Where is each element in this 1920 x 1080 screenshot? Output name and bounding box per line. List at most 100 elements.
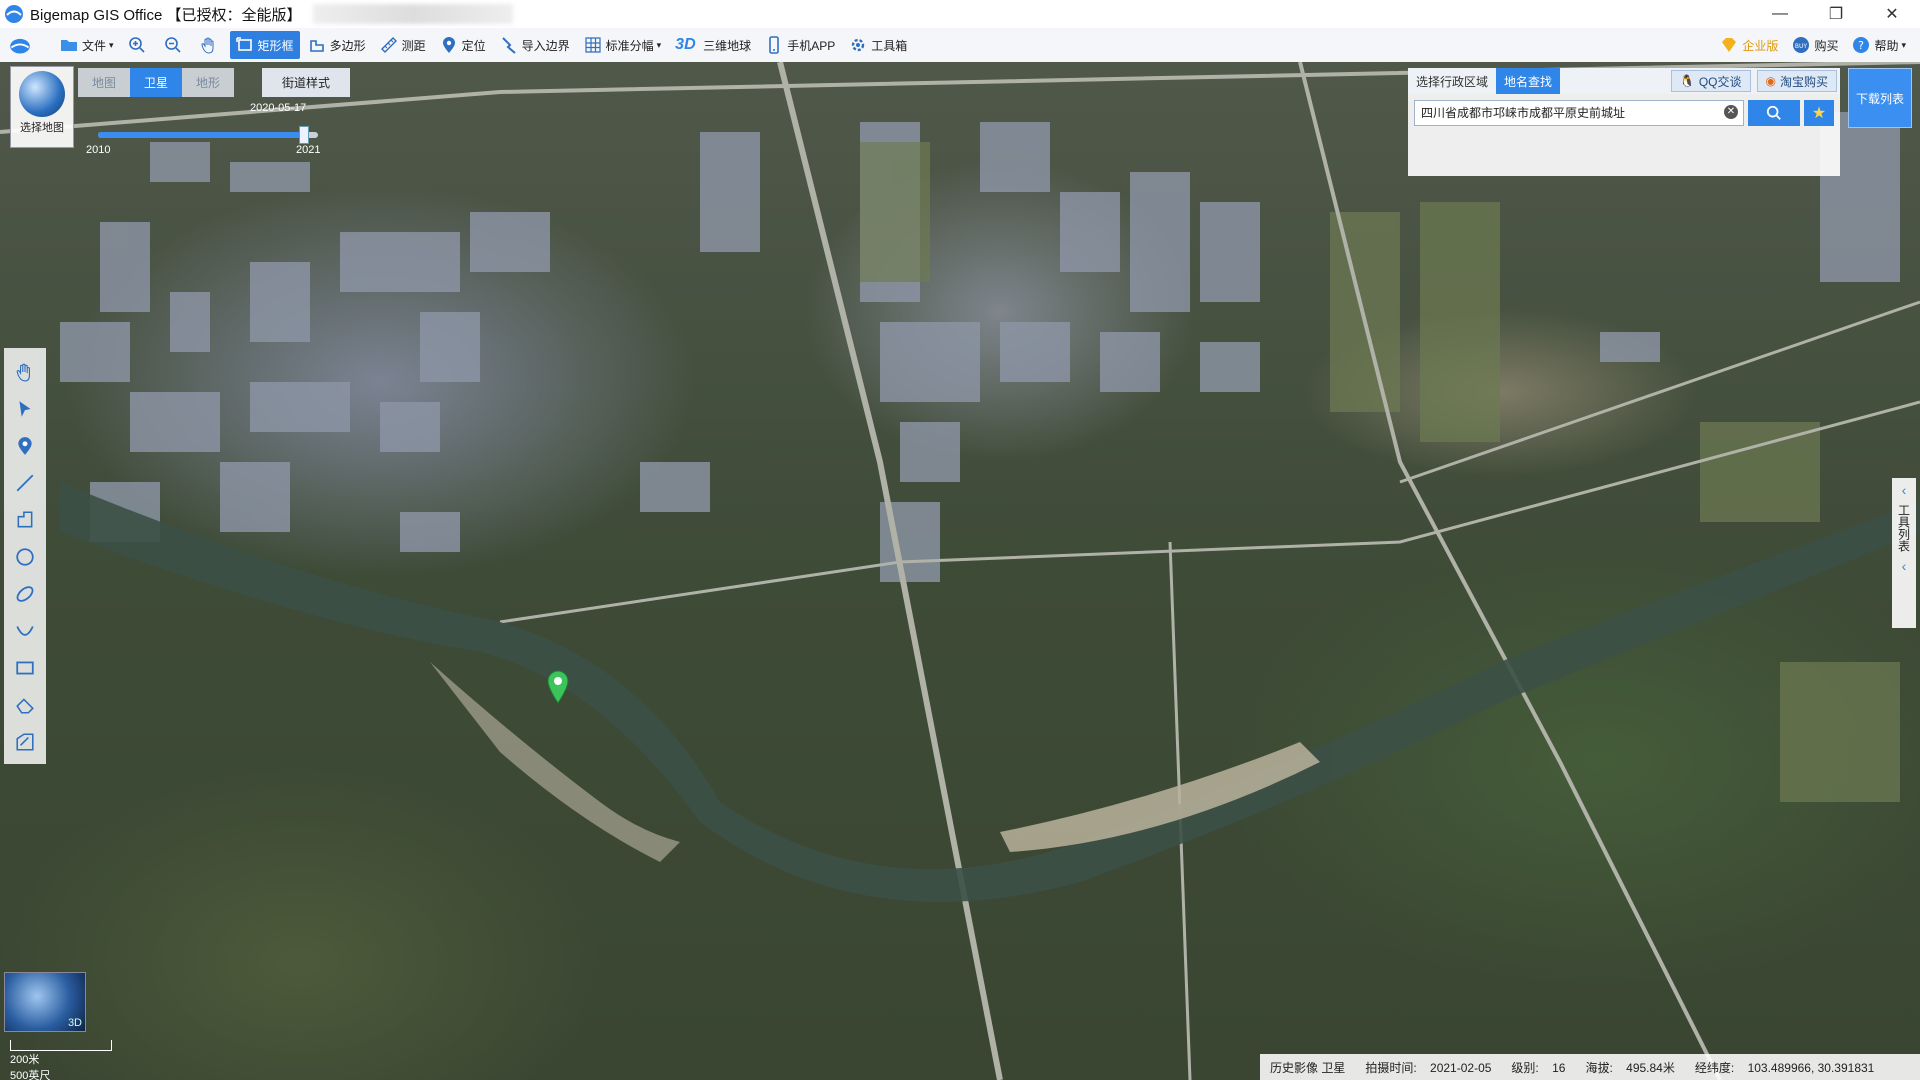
scale-metric: 200米 — [10, 1054, 40, 1066]
3d-globe-icon: 3D — [675, 36, 696, 53]
map-type-satellite[interactable]: 卫星 — [130, 68, 183, 97]
street-style-button[interactable]: 街道样式 — [262, 68, 351, 97]
zoom-out-button[interactable] — [158, 31, 192, 59]
import-boundary-button[interactable]: 导入边界 — [494, 31, 576, 59]
file-menu-button[interactable]: 文件 ▾ — [54, 31, 120, 59]
status-source: 历史影像 卫星 — [1270, 1060, 1346, 1075]
chevron-left-icon: ‹ — [1901, 558, 1907, 574]
eraser-icon — [16, 698, 34, 714]
minimize-button[interactable]: — — [1752, 0, 1808, 28]
app-logo-icon — [5, 5, 23, 23]
zoom-in-button[interactable] — [122, 31, 156, 59]
map-type-map[interactable]: 地图 — [78, 68, 131, 97]
favorite-button[interactable]: ★ — [1804, 100, 1834, 126]
rectangle-tool[interactable] — [12, 655, 38, 681]
line-tool[interactable] — [12, 470, 38, 496]
cloud-logo-icon — [10, 38, 30, 54]
location-marker-icon[interactable] — [546, 670, 570, 704]
satellite-imagery — [0, 62, 1920, 1080]
blurred-title-area — [313, 4, 514, 24]
tab-place-search[interactable]: 地名查找 — [1496, 68, 1561, 94]
svg-text:?: ? — [1859, 39, 1865, 52]
select-map-button[interactable]: 选择地图 — [10, 66, 74, 148]
zoom-in-icon — [128, 37, 145, 53]
rect-select-button[interactable]: 矩形框 — [229, 31, 300, 59]
tool-list-label: 工具列表 — [1896, 504, 1911, 552]
status-coords: 经纬度: 103.489966, 30.391831 — [1685, 1059, 1874, 1076]
timeline-end-year: 2021 — [296, 144, 321, 156]
close-button[interactable]: ✕ — [1864, 0, 1920, 28]
altitude-label: 海拔: — [1585, 1060, 1613, 1075]
window-controls: — ❐ ✕ — [1752, 0, 1920, 28]
restore-button[interactable]: ❐ — [1808, 0, 1864, 28]
3d-globe-label: 三维地球 — [703, 38, 752, 53]
rect-select-label: 矩形框 — [257, 38, 294, 53]
circle-icon — [16, 548, 34, 566]
location-pin-icon — [18, 437, 32, 455]
search-button[interactable] — [1748, 100, 1800, 126]
gear-icon — [852, 38, 865, 52]
enterprise-label: 企业版 — [1742, 38, 1779, 53]
tab-select-region[interactable]: 选择行政区域 — [1408, 68, 1496, 94]
hand-icon — [16, 363, 30, 382]
erase-tool[interactable] — [12, 692, 38, 718]
ellipse-tool[interactable] — [12, 581, 38, 607]
curve-icon — [16, 626, 34, 636]
app-menu-button[interactable] — [0, 31, 52, 59]
measure-distance-button[interactable]: 测距 — [374, 31, 432, 59]
place-search-input[interactable]: 四川省成都市邛崃市成都平原史前城址 — [1414, 100, 1744, 126]
coords-label: 经纬度: — [1694, 1060, 1735, 1075]
chevron-down-icon: ▾ — [656, 39, 662, 50]
contact-buttons: 🐧 QQ交谈 ◉ 淘宝购买 — [1668, 68, 1840, 94]
select-map-label: 选择地图 — [20, 122, 64, 134]
edit-shape-tool[interactable] — [12, 729, 38, 755]
tool-list-panel[interactable]: ‹ 工具列表 ‹ — [1892, 478, 1916, 628]
standard-sheet-button[interactable]: 标准分幅 ▾ — [578, 31, 668, 59]
polygon-icon — [309, 40, 324, 52]
polygon-tool[interactable] — [12, 507, 38, 533]
grid-icon — [585, 37, 601, 53]
buy-icon: BUY — [1793, 37, 1810, 53]
qq-chat-button[interactable]: 🐧 QQ交谈 — [1670, 70, 1751, 92]
toolbox-label: 工具箱 — [871, 38, 908, 53]
timeline-slider[interactable] — [98, 126, 318, 144]
standard-sheet-label: 标准分幅 — [605, 38, 654, 53]
taobao-buy-button[interactable]: ◉ 淘宝购买 — [1756, 70, 1837, 92]
mobile-app-button[interactable]: 手机APP — [759, 31, 841, 59]
marker-tool[interactable] — [12, 433, 38, 459]
title-bar: Bigemap GIS Office 【已授权：全能版】 — ❐ ✕ — [0, 0, 1920, 28]
qq-chat-label: QQ交谈 — [1698, 74, 1742, 89]
qq-icon: 🐧 — [1679, 74, 1695, 88]
circle-tool[interactable] — [12, 544, 38, 570]
industrial-buildings — [60, 112, 1900, 582]
arrow-pointer-icon — [19, 401, 31, 417]
diamond-icon — [1722, 38, 1737, 52]
hand-pan-icon — [201, 37, 214, 54]
enterprise-button[interactable]: 企业版 — [1714, 31, 1784, 59]
locate-button[interactable]: 定位 — [434, 31, 492, 59]
pan-button[interactable] — [194, 31, 228, 59]
globe-minimap[interactable]: 3D — [4, 972, 86, 1032]
toolbox-button[interactable]: 工具箱 — [843, 31, 913, 59]
map-type-terrain[interactable]: 地形 — [182, 68, 235, 97]
timeline-handle[interactable] — [298, 126, 309, 144]
search-icon — [1766, 105, 1781, 120]
pan-tool[interactable] — [12, 359, 38, 385]
download-list-button[interactable]: 下载列表 — [1848, 68, 1912, 128]
main-toolbar: 文件 ▾ 矩形框 多边形 测距 定位 导入边界 标准分幅 ▾ 3D 三维地球 手机A… — [0, 28, 1920, 63]
scale-imperial: 500英尺 — [10, 1070, 51, 1080]
status-capture-time: 拍摄时间: 2021-02-05 — [1355, 1059, 1491, 1076]
map-canvas[interactable]: 选择地图 地图 卫星 地形 街道样式 2020-05-17 2010 2021 … — [0, 62, 1920, 1080]
polygon-label: 多边形 — [329, 38, 366, 53]
clear-search-icon[interactable]: ✕ — [1724, 105, 1738, 119]
left-drawing-tools — [4, 348, 46, 764]
buy-button[interactable]: BUY 购买 — [1786, 31, 1844, 59]
select-tool[interactable] — [12, 396, 38, 422]
3d-globe-button[interactable]: 3D 三维地球 — [669, 31, 757, 59]
history-timeline: 2020-05-17 2010 2021 — [86, 102, 330, 156]
toolbar-right: 企业版 BUY 购买 ? 帮助 ▾ — [1714, 28, 1914, 62]
altitude-value: 495.84米 — [1626, 1060, 1675, 1075]
help-button[interactable]: ? 帮助 ▾ — [1846, 31, 1912, 59]
polygon-button[interactable]: 多边形 — [302, 31, 372, 59]
curve-tool[interactable] — [12, 618, 38, 644]
